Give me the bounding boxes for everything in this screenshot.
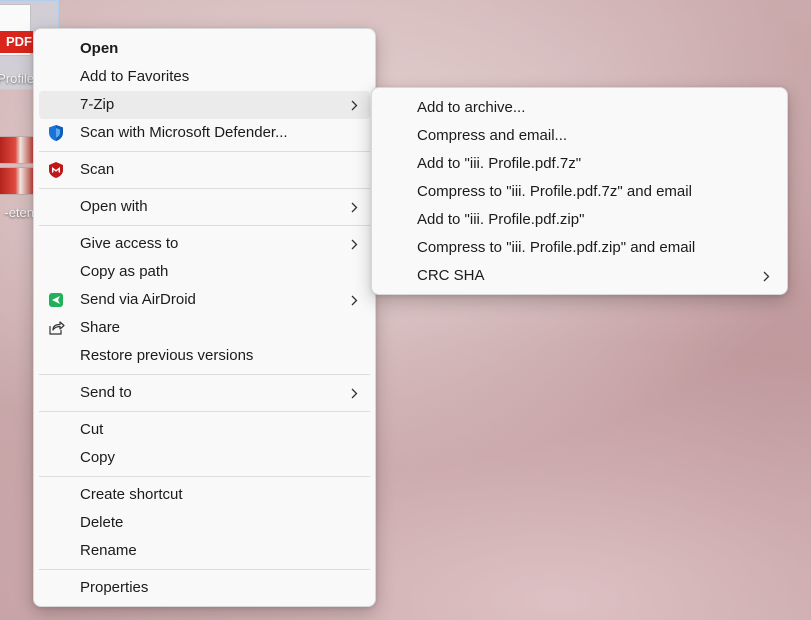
share-icon xyxy=(47,319,65,337)
menu-item-delete[interactable]: Delete xyxy=(39,509,370,537)
chevron-right-icon xyxy=(350,91,360,119)
desktop-icon-label: Profile xyxy=(0,71,34,86)
menu-item-cut[interactable]: Cut xyxy=(39,416,370,444)
menu-item-label: Add to archive... xyxy=(417,99,526,116)
menu-item-label: Cut xyxy=(80,421,104,438)
menu-item-label: Add to "iii. Profile.pdf.zip" xyxy=(417,211,585,228)
desktop-icon-label: eten- xyxy=(4,205,34,220)
context-menu: Open Add to Favorites 7-Zip Scan with Mi… xyxy=(33,28,376,607)
menu-item-copy[interactable]: Copy xyxy=(39,444,370,472)
menu-item-label: Rename xyxy=(80,542,137,559)
mcafee-shield-icon xyxy=(47,161,65,179)
menu-item-label: Properties xyxy=(80,579,149,596)
menu-separator xyxy=(39,188,370,189)
pdf-badge: PDF xyxy=(0,31,33,53)
submenu-item-compress-and-email[interactable]: Compress and email... xyxy=(377,122,782,150)
menu-item-scan-defender[interactable]: Scan with Microsoft Defender... xyxy=(39,119,370,147)
menu-item-label: Compress to "iii. Profile.pdf.zip" and e… xyxy=(417,239,696,256)
menu-item-label: Create shortcut xyxy=(80,486,183,503)
menu-item-label: Open xyxy=(80,40,119,57)
chevron-right-icon xyxy=(350,286,360,314)
desktop-background: PDF Profile eten- Open Add to Favorites … xyxy=(0,0,811,620)
chevron-right-icon xyxy=(350,230,360,258)
menu-item-label: Give access to xyxy=(80,235,179,252)
menu-item-create-shortcut[interactable]: Create shortcut xyxy=(39,481,370,509)
menu-separator xyxy=(39,225,370,226)
menu-separator xyxy=(39,151,370,152)
menu-item-label: Open with xyxy=(80,198,148,215)
menu-item-label: Compress and email... xyxy=(417,127,568,144)
menu-item-label: 7-Zip xyxy=(80,96,115,113)
menu-separator xyxy=(39,411,370,412)
menu-item-label: Copy xyxy=(80,449,116,466)
menu-item-label: Compress to "iii. Profile.pdf.7z" and em… xyxy=(417,183,692,200)
menu-item-label: Add to "iii. Profile.pdf.7z" xyxy=(417,155,582,172)
menu-item-label: Restore previous versions xyxy=(80,347,254,364)
menu-item-restore-previous-versions[interactable]: Restore previous versions xyxy=(39,342,370,370)
menu-item-label: CRC SHA xyxy=(417,267,485,284)
submenu-item-compress-to-7z-and-email[interactable]: Compress to "iii. Profile.pdf.7z" and em… xyxy=(377,178,782,206)
submenu-item-add-to-7z[interactable]: Add to "iii. Profile.pdf.7z" xyxy=(377,150,782,178)
menu-item-send-via-airdroid[interactable]: Send via AirDroid xyxy=(39,286,370,314)
thumbnail-image xyxy=(0,168,34,194)
desktop-icon-thumbnail-file[interactable] xyxy=(0,137,34,199)
menu-item-label: Add to Favorites xyxy=(80,68,190,85)
menu-item-add-to-favorites[interactable]: Add to Favorites xyxy=(39,63,370,91)
menu-item-label: Send to xyxy=(80,384,132,401)
submenu-item-crc-sha[interactable]: CRC SHA xyxy=(377,262,782,290)
menu-separator xyxy=(39,374,370,375)
chevron-right-icon xyxy=(350,193,360,221)
menu-item-7zip[interactable]: 7-Zip xyxy=(39,91,370,119)
menu-item-copy-as-path[interactable]: Copy as path xyxy=(39,258,370,286)
chevron-right-icon xyxy=(350,379,360,407)
menu-item-label: Delete xyxy=(80,514,124,531)
submenu-item-add-to-zip[interactable]: Add to "iii. Profile.pdf.zip" xyxy=(377,206,782,234)
menu-item-share[interactable]: Share xyxy=(39,314,370,342)
7zip-submenu: Add to archive... Compress and email... … xyxy=(371,87,788,295)
menu-item-label: Share xyxy=(80,319,121,336)
menu-item-properties[interactable]: Properties xyxy=(39,574,370,602)
menu-separator xyxy=(39,569,370,570)
menu-item-give-access-to[interactable]: Give access to xyxy=(39,230,370,258)
menu-separator xyxy=(39,476,370,477)
chevron-right-icon xyxy=(762,262,772,290)
menu-item-open-with[interactable]: Open with xyxy=(39,193,370,221)
defender-shield-icon xyxy=(47,124,65,142)
submenu-item-add-to-archive[interactable]: Add to archive... xyxy=(377,94,782,122)
menu-item-send-to[interactable]: Send to xyxy=(39,379,370,407)
airdroid-icon xyxy=(47,291,65,309)
menu-item-open[interactable]: Open xyxy=(39,35,370,63)
menu-item-rename[interactable]: Rename xyxy=(39,537,370,565)
thumbnail-image xyxy=(0,137,34,163)
menu-item-label: Copy as path xyxy=(80,263,169,280)
menu-item-label: Scan xyxy=(80,161,115,178)
menu-item-label: Send via AirDroid xyxy=(80,291,196,308)
submenu-item-compress-to-zip-and-email[interactable]: Compress to "iii. Profile.pdf.zip" and e… xyxy=(377,234,782,262)
menu-item-scan-mcafee[interactable]: Scan xyxy=(39,156,370,184)
menu-item-label: Scan with Microsoft Defender... xyxy=(80,124,288,141)
